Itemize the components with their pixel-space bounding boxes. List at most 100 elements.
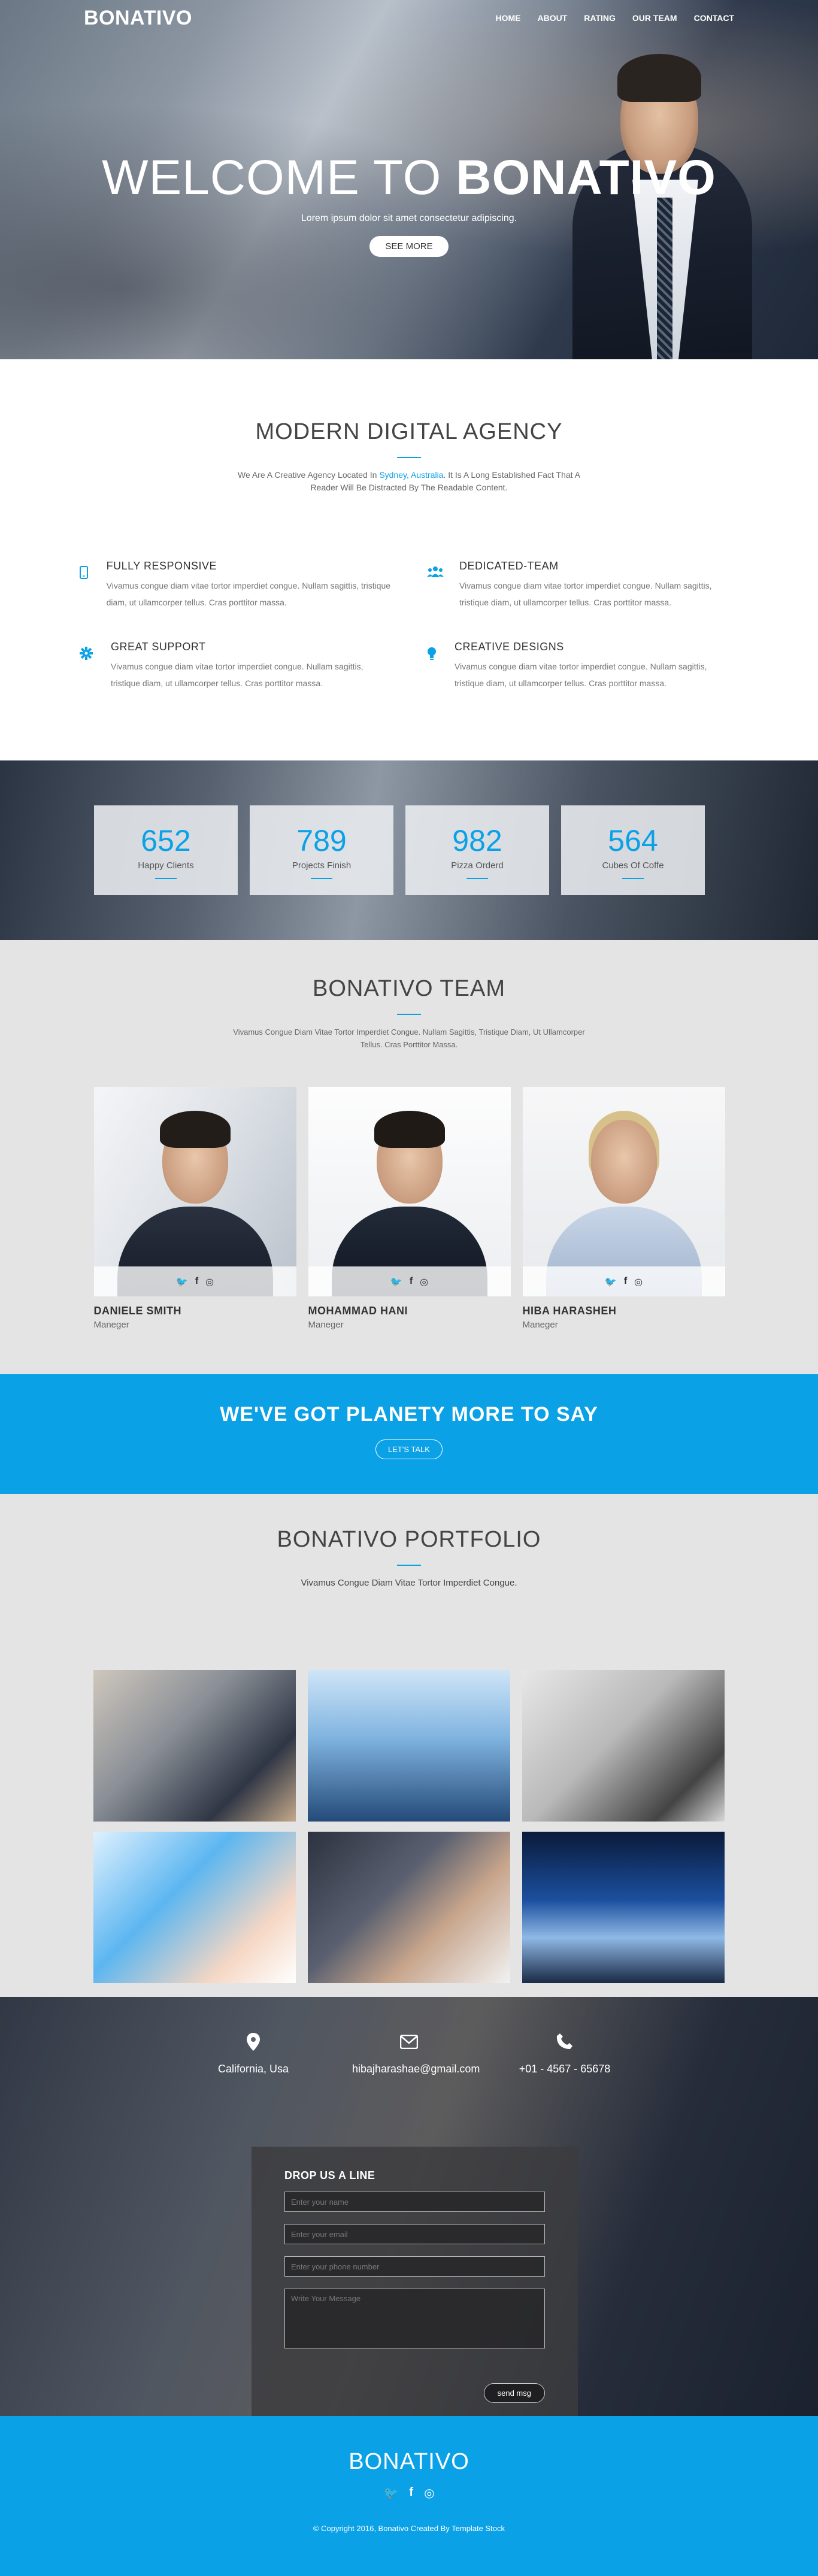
- top-nav: BONATIVO HOME ABOUT RATING OUR TEAM CONT…: [0, 0, 818, 36]
- facebook-icon[interactable]: f: [410, 1276, 413, 1287]
- name-field[interactable]: [284, 2192, 545, 2212]
- portfolio-title: BONATIVO PORTFOLIO: [277, 1527, 541, 1552]
- portfolio-image-tablet-desk[interactable]: [522, 1670, 725, 1822]
- stat-divider: [155, 878, 177, 879]
- stat-value: 982: [452, 824, 502, 857]
- portfolio-section: BONATIVO PORTFOLIO Vivamus Congue Diam V…: [0, 1494, 818, 1997]
- send-message-button[interactable]: send msg: [483, 2383, 545, 2403]
- feature-text: Vivamus congue diam vitae tortor imperdi…: [106, 581, 391, 607]
- feature-text: Vivamus congue diam vitae tortor imperdi…: [455, 662, 707, 688]
- hero-title-part1: WELCOME TO: [102, 150, 456, 205]
- lets-talk-button[interactable]: LET'S TALK: [375, 1439, 443, 1459]
- email-field[interactable]: [284, 2224, 545, 2244]
- contact-location: California, Usa: [196, 2033, 310, 2075]
- stat-card: 564 Cubes Of Coffe: [561, 805, 705, 895]
- stat-divider: [466, 878, 488, 879]
- see-more-button[interactable]: SEE MORE: [369, 236, 449, 257]
- contact-phone-text[interactable]: +01 - 4567 - 65678: [508, 2063, 622, 2075]
- feature-item: GREAT SUPPORT Vivamus congue diam vitae …: [80, 641, 391, 692]
- stat-card: 789 Projects Finish: [250, 805, 393, 895]
- mobile-icon: [80, 560, 89, 611]
- stat-divider: [311, 878, 332, 879]
- team-member-card: 🐦 f ◎ MOHAMMAD HANI Maneger: [308, 1087, 511, 1330]
- contact-email: hibajharashae@gmail.com: [352, 2033, 480, 2075]
- facebook-icon[interactable]: f: [195, 1276, 198, 1287]
- footer: BONATIVO 🐦 f ◎ © Copyright 2016, Bonativ…: [0, 2416, 818, 2576]
- phone-field[interactable]: [284, 2256, 545, 2277]
- portfolio-image-tablet-chart[interactable]: [93, 1832, 296, 1983]
- stats-row: 652 Happy Clients 789 Projects Finish 98…: [94, 805, 705, 895]
- envelope-icon: [352, 2033, 466, 2059]
- nav-item-about[interactable]: ABOUT: [538, 13, 568, 23]
- stat-label: Cubes Of Coffe: [602, 860, 664, 871]
- bulb-icon: [427, 641, 437, 692]
- member-photo: 🐦 f ◎: [93, 1087, 296, 1296]
- member-photo-hair: [374, 1111, 445, 1148]
- dribbble-icon[interactable]: ◎: [424, 2486, 434, 2500]
- twitter-icon[interactable]: 🐦: [605, 1276, 617, 1287]
- nav-item-contact[interactable]: CONTACT: [694, 13, 734, 23]
- gear-icon: [80, 641, 93, 692]
- team-section: BONATIVO TEAM Vivamus Congue Diam Vitae …: [0, 940, 818, 1374]
- about-description: We Are A Creative Agency Located In Sydn…: [229, 469, 589, 494]
- member-photo-head: [590, 1120, 657, 1204]
- member-photo-hair: [159, 1111, 231, 1148]
- stat-value: 564: [608, 824, 658, 857]
- location-link[interactable]: Sydney, Australia: [379, 470, 443, 480]
- hero-title-part2: BONATIVO: [456, 150, 716, 205]
- facebook-icon[interactable]: f: [409, 2486, 413, 2500]
- contact-location-text: California, Usa: [217, 2063, 289, 2075]
- member-role: Maneger: [308, 1320, 344, 1330]
- form-title: DROP US A LINE: [284, 2169, 375, 2181]
- nav-item-rating[interactable]: RATING: [584, 13, 616, 23]
- about-title: MODERN DIGITAL AGENCY: [255, 419, 563, 444]
- dribbble-icon[interactable]: ◎: [420, 1276, 428, 1287]
- logo[interactable]: BONATIVO: [84, 7, 192, 30]
- nav-item-home[interactable]: HOME: [496, 13, 521, 23]
- stat-value: 789: [296, 824, 347, 857]
- feature-title: CREATIVE DESIGNS: [455, 641, 564, 653]
- stats-section: 652 Happy Clients 789 Projects Finish 98…: [0, 760, 818, 940]
- portfolio-image-globe-city[interactable]: [522, 1832, 725, 1983]
- team-description: Vivamus Congue Diam Vitae Tortor Imperdi…: [233, 1028, 585, 1049]
- member-role: Maneger: [93, 1320, 129, 1330]
- facebook-icon[interactable]: f: [624, 1276, 627, 1287]
- portfolio-image-handshake[interactable]: [308, 1670, 510, 1822]
- portfolio-image-meeting[interactable]: [93, 1670, 296, 1822]
- features-grid: FULLY RESPONSIVE Vivamus congue diam vit…: [80, 560, 738, 692]
- twitter-icon[interactable]: 🐦: [390, 1276, 402, 1287]
- hero-section: BONATIVO HOME ABOUT RATING OUR TEAM CONT…: [0, 0, 818, 359]
- hero-title: WELCOME TO BONATIVO: [0, 150, 818, 206]
- feature-title: GREAT SUPPORT: [111, 641, 206, 653]
- hero-text: WELCOME TO BONATIVO Lorem ipsum dolor si…: [0, 150, 818, 257]
- portfolio-image-writing[interactable]: [308, 1832, 510, 1983]
- feature-item: FULLY RESPONSIVE Vivamus congue diam vit…: [80, 560, 391, 611]
- twitter-icon[interactable]: 🐦: [176, 1276, 188, 1287]
- team-member-card: 🐦 f ◎ DANIELE SMITH Maneger: [93, 1087, 296, 1330]
- member-social-bar: 🐦 f ◎: [522, 1266, 725, 1296]
- stat-label: Pizza Orderd: [451, 860, 504, 871]
- message-field[interactable]: [284, 2289, 545, 2348]
- stat-divider: [622, 878, 644, 879]
- footer-logo: BONATIVO: [349, 2449, 469, 2474]
- nav-item-our-team[interactable]: OUR TEAM: [632, 13, 677, 23]
- cta-section: WE'VE GOT PLANETY MORE TO SAY LET'S TALK: [0, 1374, 818, 1494]
- team-grid: 🐦 f ◎ DANIELE SMITH Maneger 🐦 f ◎ MOHAMM…: [93, 1087, 725, 1330]
- stat-value: 652: [141, 824, 191, 857]
- feature-title: DEDICATED-TEAM: [459, 560, 559, 572]
- location-pin-icon: [196, 2033, 310, 2059]
- contact-info: California, Usa hibajharashae@gmail.com …: [0, 2033, 818, 2075]
- twitter-icon[interactable]: 🐦: [383, 2486, 398, 2500]
- member-photo: 🐦 f ◎: [308, 1087, 511, 1296]
- portfolio-divider: [397, 1565, 421, 1566]
- dribbble-icon[interactable]: ◎: [205, 1276, 214, 1287]
- about-desc-part1: We Are A Creative Agency Located In: [237, 470, 380, 480]
- stat-label: Projects Finish: [292, 860, 352, 871]
- portfolio-description: Vivamus Congue Diam Vitae Tortor Imperdi…: [301, 1578, 517, 1588]
- hero-person-hair: [617, 54, 701, 102]
- feature-item: DEDICATED-TEAM Vivamus congue diam vitae…: [427, 560, 738, 611]
- contact-section: California, Usa hibajharashae@gmail.com …: [0, 1997, 818, 2416]
- contact-email-text[interactable]: hibajharashae@gmail.com: [352, 2063, 480, 2075]
- member-name: HIBA HARASHEH: [522, 1305, 617, 1317]
- dribbble-icon[interactable]: ◎: [634, 1276, 643, 1287]
